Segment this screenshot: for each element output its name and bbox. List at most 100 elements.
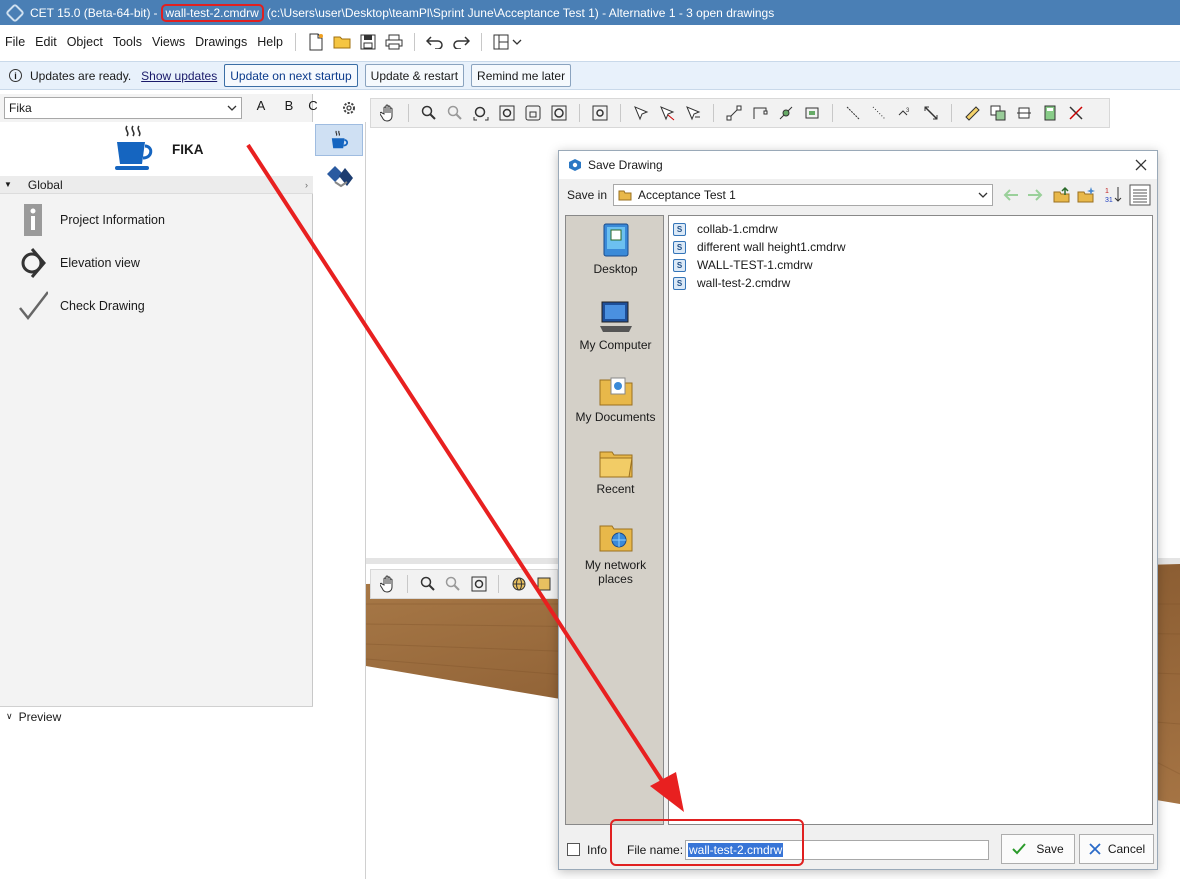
file-name: different wall height1.cmdrw (697, 240, 846, 254)
globe-icon[interactable] (508, 573, 529, 595)
print-icon[interactable] (383, 31, 405, 53)
save-button-label: Save (1036, 842, 1064, 856)
library-tab-strip (313, 122, 366, 879)
select-text-icon[interactable] (682, 102, 704, 124)
ruler-icon[interactable] (961, 102, 983, 124)
file-item[interactable]: Scollab-1.cmdrw (669, 220, 1152, 238)
redo-icon[interactable] (450, 31, 472, 53)
library-select[interactable]: Fika (4, 97, 242, 119)
back-arrow-icon[interactable] (1003, 188, 1019, 202)
measure-dotted-icon[interactable] (868, 102, 890, 124)
toolbar-separator (713, 104, 714, 122)
update-and-restart-button[interactable]: Update & restart (364, 64, 465, 87)
elevation-view-icon (21, 248, 46, 278)
menu-help[interactable]: Help (252, 35, 288, 49)
file-list: Scollab-1.cmdrw Sdifferent wall height1.… (668, 215, 1153, 825)
file-item[interactable]: Sdifferent wall height1.cmdrw (669, 238, 1152, 256)
details-view-icon[interactable] (1129, 184, 1151, 206)
measure-3d-icon[interactable]: 3 (894, 102, 916, 124)
sort-icon[interactable]: 131 (1104, 185, 1122, 205)
zoom-in-icon[interactable] (443, 573, 464, 595)
library-panel: Fika A B C FIKA ▼ Global › Project Infor… (0, 94, 318, 879)
toolbar-separator (480, 32, 482, 51)
place-my-documents[interactable]: My Documents (566, 374, 665, 424)
save-button[interactable]: Save (1001, 834, 1075, 864)
preview-header[interactable]: ∨ Preview (0, 706, 313, 726)
zoom-icon[interactable] (417, 573, 438, 595)
file-item[interactable]: S WALL-TEST-1.cmdrw (669, 256, 1152, 274)
select-icon[interactable] (630, 102, 652, 124)
svg-text:31: 31 (1105, 197, 1113, 204)
menu-views[interactable]: Views (147, 35, 190, 49)
new-file-icon[interactable] (305, 31, 327, 53)
filter-b-button[interactable]: B (279, 98, 299, 113)
polyline-tool-icon[interactable] (749, 102, 771, 124)
cmdrw-file-icon: S (673, 276, 686, 290)
network-folder-icon (599, 525, 632, 552)
project-information-item[interactable]: Project Information (18, 202, 165, 238)
remind-me-later-button[interactable]: Remind me later (471, 64, 572, 87)
place-my-network-places[interactable]: My network places (566, 520, 665, 586)
menu-edit[interactable]: Edit (30, 35, 62, 49)
menu-file[interactable]: File (0, 35, 30, 49)
file-item[interactable]: Swall-test-2.cmdrw (669, 274, 1152, 292)
measure-line-icon[interactable] (842, 102, 864, 124)
place-recent[interactable]: Recent (566, 446, 665, 496)
folder-icon (618, 190, 632, 201)
info-icon: i (9, 69, 22, 82)
tab-fika[interactable] (315, 124, 363, 156)
new-folder-icon[interactable] (1077, 186, 1095, 204)
check-drawing-item[interactable]: Check Drawing (18, 288, 145, 324)
zoom-extents-icon[interactable] (496, 102, 518, 124)
zoom-all-icon[interactable] (548, 102, 570, 124)
up-folder-icon[interactable] (1053, 186, 1071, 204)
close-icon[interactable] (1135, 159, 1147, 171)
copy-objects-icon[interactable] (987, 102, 1009, 124)
forward-arrow-icon[interactable] (1027, 188, 1043, 202)
cancel-button[interactable]: Cancel (1079, 834, 1154, 864)
menu-drawings[interactable]: Drawings (190, 35, 252, 49)
line-tool-icon[interactable] (723, 102, 745, 124)
delete-cross-icon[interactable] (1065, 102, 1087, 124)
filter-a-button[interactable]: A (251, 98, 271, 113)
title-filename: wall-test-2.cmdrw (160, 3, 264, 22)
menu-object[interactable]: Object (62, 35, 108, 49)
layout-dropdown-icon[interactable] (491, 31, 525, 53)
show-updates-link[interactable]: Show updates (141, 69, 217, 83)
zoom-window-icon[interactable] (470, 102, 492, 124)
gear-icon[interactable] (341, 100, 357, 116)
filter-c-button[interactable]: C (307, 98, 319, 113)
snap-target-icon[interactable] (589, 102, 611, 124)
deselect-icon[interactable] (656, 102, 678, 124)
arc-tool-icon[interactable] (775, 102, 797, 124)
save-disk-icon[interactable] (357, 31, 379, 53)
zoom-in-icon[interactable] (444, 102, 466, 124)
cancel-button-label: Cancel (1107, 842, 1146, 856)
undo-icon[interactable] (424, 31, 446, 53)
place-desktop-label: Desktop (593, 262, 638, 276)
pan-hand-icon[interactable] (377, 102, 399, 124)
walk-icon[interactable] (534, 573, 555, 595)
app-icon (569, 159, 581, 171)
pan-hand-icon[interactable] (377, 573, 398, 595)
zoom-extents-icon[interactable] (468, 573, 489, 595)
coffee-cup-icon (115, 125, 153, 170)
elevation-view-item[interactable]: Elevation view (18, 245, 140, 281)
calculator-icon[interactable] (1039, 102, 1061, 124)
group-global-header[interactable]: ▼ Global › (0, 176, 313, 194)
info-checkbox[interactable] (567, 843, 580, 856)
project-information-label: Project Information (60, 213, 165, 227)
place-my-computer[interactable]: My Computer (566, 300, 665, 352)
save-in-select[interactable]: Acceptance Test 1 (613, 184, 993, 206)
zoom-icon[interactable] (418, 102, 440, 124)
rectangle-tool-icon[interactable] (801, 102, 823, 124)
place-desktop[interactable]: Desktop (566, 222, 665, 276)
open-folder-icon[interactable] (331, 31, 353, 53)
dimension-icon[interactable] (920, 102, 942, 124)
update-on-next-startup-button[interactable]: Update on next startup (224, 64, 358, 87)
checkmark-icon (1012, 843, 1027, 855)
zoom-selection-icon[interactable] (522, 102, 544, 124)
stretch-icon[interactable] (1013, 102, 1035, 124)
menu-tools[interactable]: Tools (108, 35, 147, 49)
tab-library-2[interactable] (315, 160, 363, 190)
